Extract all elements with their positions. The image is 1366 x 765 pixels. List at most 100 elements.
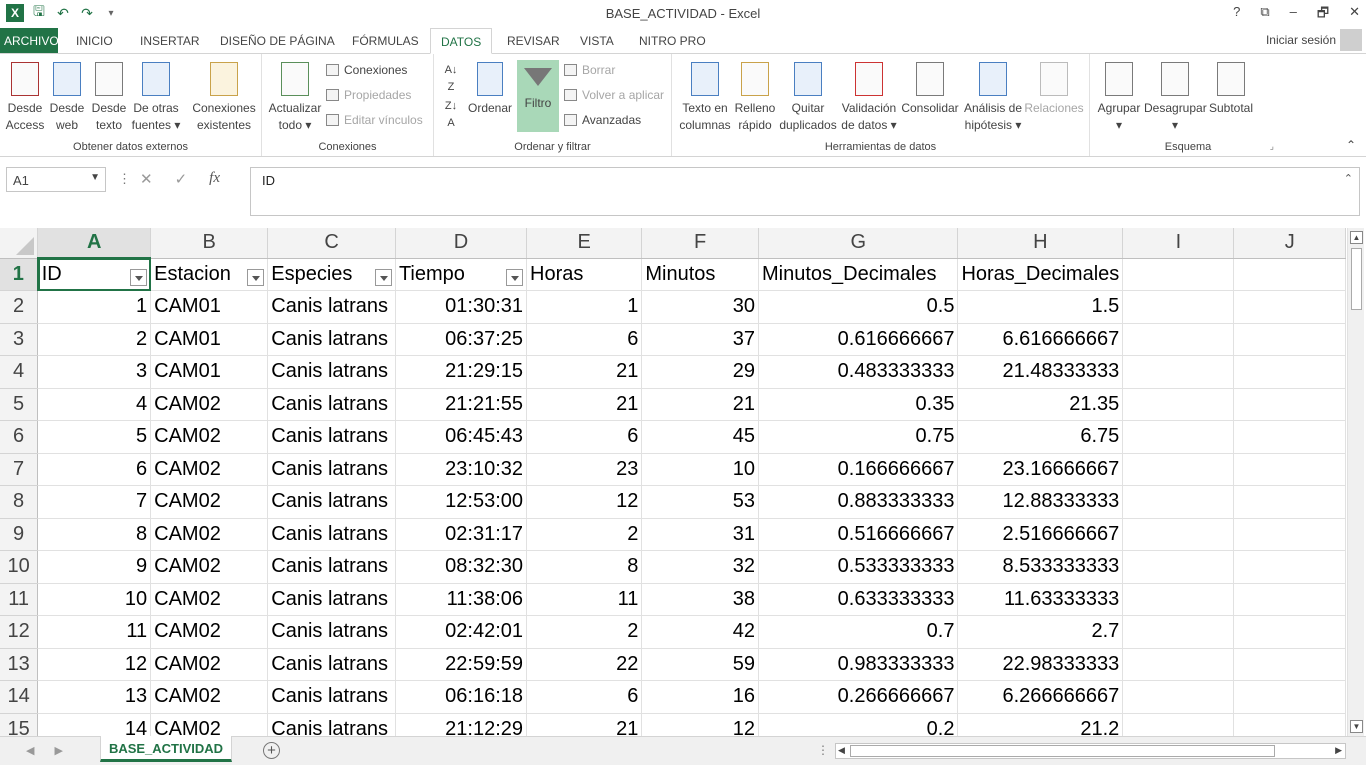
cell[interactable] [1233,355,1346,389]
cell[interactable]: 11 [37,615,152,649]
cell[interactable]: 59 [641,648,759,681]
cell[interactable]: 21.35 [957,388,1124,421]
cell[interactable]: CAM02 [150,485,269,519]
cell[interactable]: 21:12:29 [395,713,528,736]
cell[interactable] [1233,258,1346,291]
tab-diseno-pagina[interactable]: DISEÑO DE PÁGINA [210,28,345,54]
cell[interactable]: 22.98333333 [957,648,1124,681]
filter-dropdown-icon[interactable] [506,268,524,286]
cell[interactable]: 32 [641,550,759,584]
cell[interactable]: 0.983333333 [758,648,959,681]
select-all-corner[interactable] [0,228,39,259]
cell[interactable]: Canis latrans [267,680,396,714]
cell[interactable]: 2 [526,518,643,551]
cell[interactable]: 0.483333333 [758,355,959,389]
analisis-hipotesis-button[interactable]: Análisis de hipótesis ▾ [962,60,1024,134]
row-header[interactable]: 1 [0,258,39,291]
avanzadas-button[interactable]: Avanzadas [564,110,641,130]
cell[interactable]: 37 [641,323,759,356]
cell[interactable]: CAM01 [150,323,269,356]
cell[interactable] [1122,453,1235,486]
cell[interactable] [1122,518,1235,551]
cell[interactable]: 4 [37,388,152,421]
row-header[interactable]: 2 [0,290,39,324]
tab-archivo[interactable]: ARCHIVO [0,28,59,54]
propiedades-button[interactable]: Propiedades [326,85,411,105]
editar-vinculos-button[interactable]: Editar vínculos [326,110,423,130]
scroll-right-icon[interactable]: ▶ [1335,745,1342,756]
cell[interactable]: 11 [526,583,643,616]
conexiones-button[interactable]: Conexiones [326,60,407,80]
cell[interactable]: CAM02 [150,388,269,421]
cell[interactable]: 0.516666667 [758,518,959,551]
scroll-thumb[interactable] [1351,248,1362,310]
row-header[interactable]: 4 [0,355,39,389]
horizontal-scrollbar[interactable]: ◀ ▶ [835,743,1346,759]
cell[interactable] [1233,713,1346,736]
cell[interactable]: 12.88333333 [957,485,1124,519]
cell[interactable]: 2.516666667 [957,518,1124,551]
cell[interactable]: CAM02 [150,518,269,551]
cell[interactable]: 8.533333333 [957,550,1124,584]
minimize-button[interactable]: – [1290,4,1297,26]
cell[interactable]: Canis latrans [267,550,396,584]
quitar-duplicados-button[interactable]: Quitar duplicados [778,60,838,134]
cell[interactable]: 30 [641,290,759,324]
tab-nitro-pro[interactable]: NITRO PRO [629,28,716,54]
column-header[interactable]: I [1122,228,1235,259]
cell[interactable]: 2 [37,323,152,356]
cell[interactable]: 10 [37,583,152,616]
cell[interactable]: 21.2 [957,713,1124,736]
cell[interactable]: 13 [37,680,152,714]
cell[interactable]: 21:29:15 [395,355,528,389]
validacion-datos-button[interactable]: Validación de datos ▾ [840,60,898,134]
help-button[interactable]: ? [1233,4,1240,26]
cell[interactable]: 12 [37,648,152,681]
cell[interactable] [1233,485,1346,519]
next-sheet-icon[interactable]: ▶ [54,744,62,757]
vertical-scrollbar[interactable]: ▲ ▼ [1347,228,1364,736]
row-header[interactable]: 11 [0,583,39,616]
column-header[interactable]: C [267,228,396,259]
desde-texto-button[interactable]: Desde texto [90,60,128,134]
filter-dropdown-icon[interactable] [374,268,392,286]
cell[interactable] [1233,583,1346,616]
tab-formulas[interactable]: FÓRMULAS [342,28,429,54]
cell[interactable]: 02:31:17 [395,518,528,551]
consolidar-button[interactable]: Consolidar [900,60,960,117]
row-header[interactable]: 7 [0,453,39,486]
cell[interactable] [1122,355,1235,389]
cell[interactable]: Canis latrans [267,713,396,736]
cell[interactable] [1122,615,1235,649]
cell[interactable]: 12:53:00 [395,485,528,519]
tab-inicio[interactable]: INICIO [66,28,123,54]
scroll-thumb[interactable] [850,745,1275,757]
cell[interactable]: 16 [641,680,759,714]
cell[interactable]: Tiempo [395,258,528,291]
conexiones-existentes-button[interactable]: Conexiones existentes [192,60,256,134]
cell[interactable]: 6.75 [957,420,1124,454]
cell[interactable] [1233,550,1346,584]
cell[interactable] [1233,615,1346,649]
cell[interactable]: 10 [641,453,759,486]
tab-vista[interactable]: VISTA [570,28,624,54]
cell[interactable]: 6 [526,323,643,356]
desde-access-button[interactable]: Desde Access [4,60,46,134]
cell[interactable] [1233,680,1346,714]
filter-dropdown-icon[interactable] [130,269,148,286]
row-header[interactable]: 5 [0,388,39,421]
cell[interactable]: 21 [526,355,643,389]
cell[interactable]: 8 [37,518,152,551]
cell[interactable]: Especies [267,258,396,291]
close-button[interactable]: ✕ [1349,4,1360,26]
cell[interactable]: 02:42:01 [395,615,528,649]
collapse-ribbon-icon[interactable]: ⌃ [1346,138,1356,152]
cell[interactable] [1233,648,1346,681]
cell[interactable]: Horas_Decimales [957,258,1124,291]
relleno-rapido-button[interactable]: Relleno rápido [734,60,776,134]
cell[interactable]: 6 [37,453,152,486]
cell[interactable]: 21 [526,388,643,421]
column-header[interactable]: D [395,228,528,259]
column-header[interactable]: J [1233,228,1346,259]
cell[interactable]: CAM02 [150,615,269,649]
